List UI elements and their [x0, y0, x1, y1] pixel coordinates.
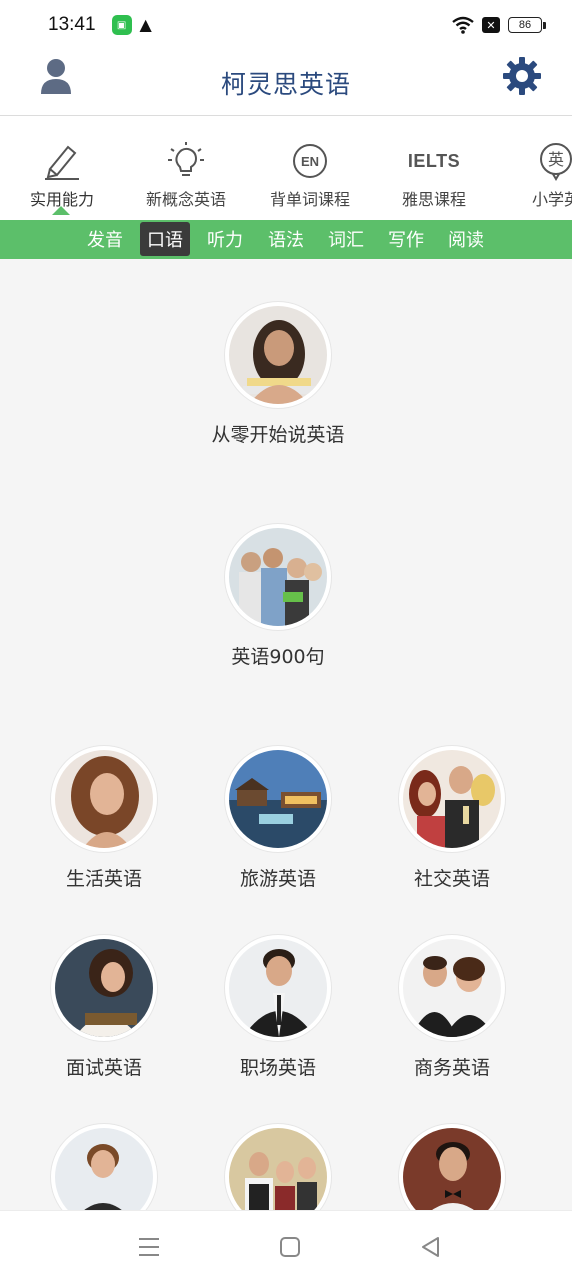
category-tab-new-concept[interactable]: 新概念英语 [126, 140, 246, 210]
course-item[interactable]: 商务英语 [367, 935, 537, 1080]
subtab-listening[interactable]: 听力 [200, 222, 250, 256]
category-tab-ielts[interactable]: IELTS 雅思课程 [374, 140, 494, 210]
subtab-vocabulary[interactable]: 词汇 [321, 222, 371, 256]
ielts-icon: IELTS [407, 150, 461, 171]
category-label: 雅思课程 [401, 190, 466, 209]
warning-icon: ▲ [139, 15, 152, 34]
course-thumbnail [403, 750, 501, 848]
course-title: 从零开始说英语 [211, 424, 345, 446]
category-tab-primary[interactable]: 英 小学英 [496, 140, 572, 210]
category-label: 背单词课程 [269, 190, 350, 209]
en-circle-icon: EN [293, 144, 327, 178]
pencil-icon [45, 145, 79, 180]
profile-icon[interactable] [38, 56, 74, 96]
course-item[interactable]: 职场英语 [193, 935, 363, 1080]
menu-icon[interactable] [135, 1233, 163, 1261]
course-thumbnail [229, 306, 327, 404]
course-title: 英语900句 [231, 646, 325, 668]
course-item[interactable]: 英语900句 [193, 524, 363, 669]
status-time: 13:41 [48, 14, 96, 35]
course-thumbnail [229, 750, 327, 848]
course-item[interactable]: 生活英语 [19, 746, 189, 891]
gear-icon[interactable] [502, 56, 542, 96]
course-thumbnail [403, 939, 501, 1037]
back-triangle-icon[interactable] [417, 1233, 445, 1261]
course-title: 旅游英语 [239, 868, 316, 890]
category-label: 新概念英语 [145, 190, 226, 209]
app-badge-icon: ▣ [111, 15, 132, 35]
course-title: 面试英语 [65, 1057, 142, 1079]
course-item[interactable]: 面试英语 [19, 935, 189, 1080]
subtab-writing[interactable]: 写作 [381, 222, 431, 256]
lightbulb-icon [168, 142, 204, 176]
battery-icon: 86 [508, 17, 546, 33]
ying-icon-text: 英 [548, 150, 564, 169]
app-header: 柯灵思英语 [0, 50, 572, 116]
sub-tab-bar: 发音 口语 听力 语法 词汇 写作 阅读 [0, 220, 572, 259]
battery-level: 86 [508, 17, 542, 33]
status-bar: 13:41 ▣ ▲ ✕ 86 [0, 0, 572, 50]
en-icon-text: EN [301, 154, 319, 169]
course-thumbnail [55, 750, 153, 848]
subtab-reading[interactable]: 阅读 [441, 222, 491, 256]
category-tab-vocabulary[interactable]: EN 背单词课程 [250, 140, 370, 210]
course-title: 商务英语 [413, 1057, 490, 1079]
notification-x-icon: ✕ [482, 17, 500, 33]
course-title: 生活英语 [65, 868, 142, 890]
category-label: 小学英 [531, 190, 572, 209]
course-thumbnail [229, 528, 327, 626]
course-item[interactable]: 从零开始说英语 [193, 302, 363, 447]
subtab-grammar[interactable]: 语法 [261, 222, 311, 256]
subtab-pronunciation[interactable]: 发音 [80, 222, 130, 256]
course-thumbnail [55, 939, 153, 1037]
wifi-icon [452, 16, 474, 34]
course-item[interactable]: 社交英语 [367, 746, 537, 891]
course-thumbnail [229, 939, 327, 1037]
course-title: 职场英语 [239, 1057, 316, 1079]
category-tab-practical[interactable]: 实用能力 [2, 140, 122, 210]
course-title: 社交英语 [413, 868, 490, 890]
page-title: 柯灵思英语 [220, 69, 351, 99]
ying-badge-icon: 英 [540, 143, 572, 181]
subtab-speaking[interactable]: 口语 [140, 222, 190, 256]
system-navigation-bar [0, 1210, 572, 1280]
active-tab-indicator [52, 206, 70, 215]
category-tab-bar: 实用能力 新概念英语 EN 背单词课程 IELTS 雅思课程 英 小学英 [0, 116, 572, 220]
home-square-icon[interactable] [276, 1233, 304, 1261]
course-item[interactable]: 旅游英语 [193, 746, 363, 891]
